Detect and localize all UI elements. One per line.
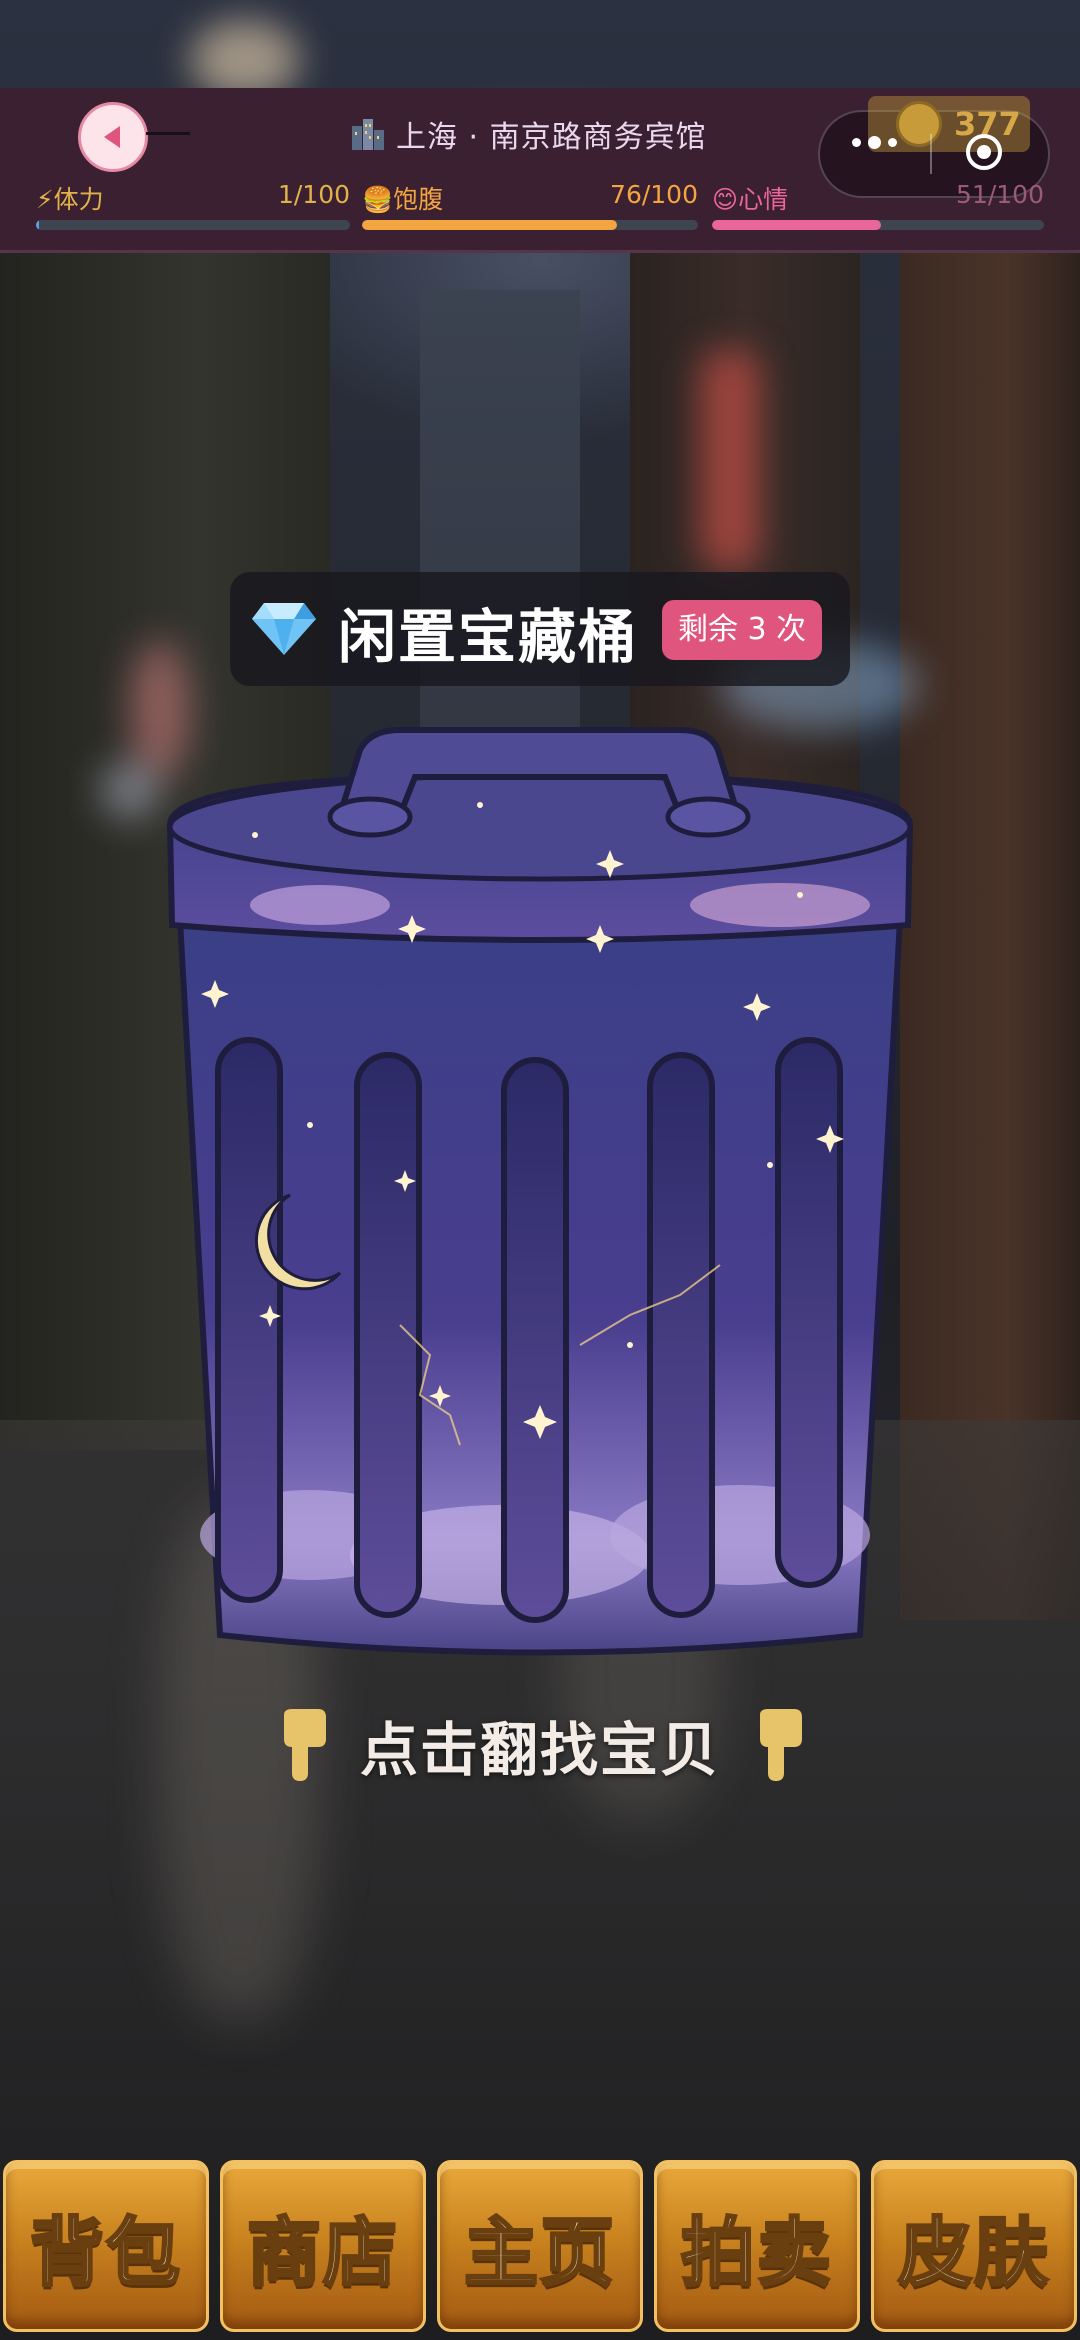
building-far-right <box>900 120 1080 1620</box>
stat-value: 76/100 <box>610 180 698 209</box>
nav-label: 拍卖 <box>680 2208 833 2297</box>
coin-icon <box>896 101 942 147</box>
pointing-down-hand-icon <box>283 1709 326 1781</box>
tap-to-search-hint[interactable]: 点击翻找宝贝 <box>270 1700 810 1790</box>
stat-label: 饱腹 <box>393 185 444 214</box>
capsule-divider <box>930 134 932 174</box>
close-miniprogram-icon[interactable] <box>966 134 1002 170</box>
smile-icon: 😊 <box>712 185 739 214</box>
city-icon <box>352 119 384 150</box>
stat-label: 体力 <box>53 185 104 214</box>
pointing-down-hand-icon <box>760 1709 802 1781</box>
lightning-icon: ⚡ <box>36 185 54 214</box>
nav-shop-button[interactable]: 商店 <box>220 2160 426 2332</box>
back-arrow-icon <box>104 126 120 148</box>
status-header: 上海 · 南京路商务宾馆 377 ⚡体力 1/100 🍔饱腹 76/100 😊心… <box>0 88 1080 253</box>
nav-label: 皮肤 <box>897 2208 1050 2297</box>
remaining-attempts-badge: 剩余 3 次 <box>662 600 823 660</box>
nav-label: 主页 <box>463 2208 616 2297</box>
diamond-icon <box>252 603 316 655</box>
back-button-tail <box>146 132 190 135</box>
stamina-bar <box>36 220 350 230</box>
stat-fullness: 🍔饱腹 76/100 <box>362 180 698 216</box>
treasure-bin-title: 闲置宝藏桶 剩余 3 次 <box>230 572 850 686</box>
stat-value: 1/100 <box>277 180 350 209</box>
mood-bar-fill <box>712 220 882 230</box>
back-button[interactable] <box>78 102 148 172</box>
bottom-navigation: 背包 商店 主页 拍卖 皮肤 <box>0 2160 1080 2340</box>
nav-auction-button[interactable]: 拍卖 <box>654 2160 860 2332</box>
stamina-bar-fill <box>36 220 40 230</box>
hint-label: 点击翻找宝贝 <box>359 1716 720 1784</box>
stat-label: 心情 <box>738 185 789 214</box>
nav-backpack-button[interactable]: 背包 <box>3 2160 209 2332</box>
stat-value: 51/100 <box>956 180 1044 209</box>
fullness-bar-fill <box>362 220 618 230</box>
location-title: 上海 · 南京路商务宾馆 <box>350 110 707 158</box>
mood-bar <box>712 220 1044 230</box>
stat-mood: 😊心情 51/100 <box>712 180 1044 216</box>
fullness-bar <box>362 220 698 230</box>
neon-sign-glow <box>700 350 760 570</box>
window-light <box>100 760 160 820</box>
starry-trash-can[interactable] <box>160 705 920 1665</box>
location-label: 上海 · 南京路商务宾馆 <box>396 120 707 155</box>
nav-skin-button[interactable]: 皮肤 <box>871 2160 1077 2332</box>
page-title: 闲置宝藏桶 <box>338 603 639 671</box>
more-menu-icon[interactable] <box>852 136 897 149</box>
burger-icon: 🍔 <box>362 185 394 214</box>
nav-home-button[interactable]: 主页 <box>437 2160 643 2332</box>
nav-label: 商店 <box>246 2208 399 2297</box>
nav-label: 背包 <box>29 2208 182 2297</box>
stat-stamina: ⚡体力 1/100 <box>36 180 350 216</box>
